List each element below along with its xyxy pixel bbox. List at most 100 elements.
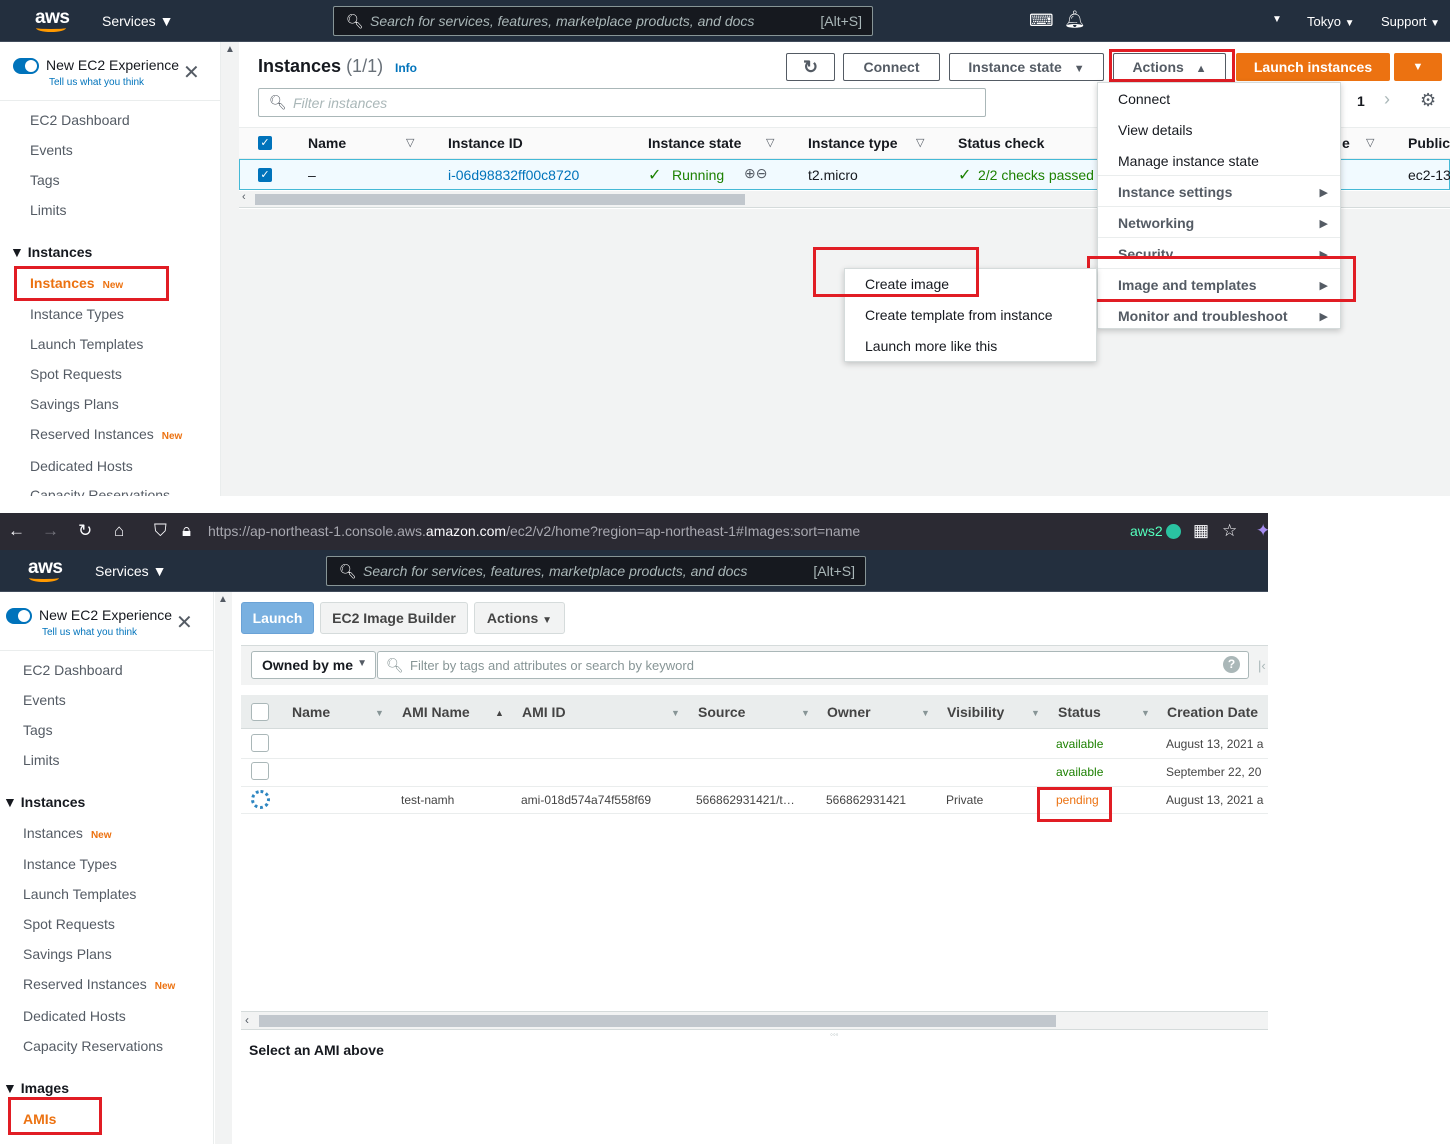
nav-launch-templates[interactable]: Launch Templates bbox=[30, 336, 143, 352]
star-icon[interactable]: ☆ bbox=[1222, 521, 1237, 541]
nav-capacity-reservations[interactable]: Capacity Reservations bbox=[23, 1038, 163, 1054]
menu-create-template[interactable]: Create template from instance bbox=[865, 307, 1053, 323]
select-all-checkbox[interactable] bbox=[251, 703, 269, 721]
nav-dedicated-hosts[interactable]: Dedicated Hosts bbox=[30, 458, 133, 474]
col-instance-id[interactable]: Instance ID bbox=[448, 135, 523, 151]
col-public[interactable]: Public bbox=[1408, 135, 1450, 151]
split-divider[interactable] bbox=[241, 1029, 1268, 1030]
nav-limits[interactable]: Limits bbox=[30, 202, 67, 218]
global-search-input[interactable]: 🔍︎ Search for services, features, market… bbox=[326, 556, 866, 586]
nav-events[interactable]: Events bbox=[23, 692, 66, 708]
row-checkbox[interactable]: ✓ bbox=[258, 168, 272, 182]
col-visibility[interactable]: Visibility bbox=[947, 704, 1004, 720]
resize-handle-icon[interactable]: ◦◦◦ bbox=[830, 1030, 839, 1039]
filter-icon[interactable]: ▽ bbox=[766, 136, 774, 149]
reload-icon[interactable]: ↻ bbox=[78, 521, 92, 541]
support-menu[interactable]: Support ▼ bbox=[1381, 14, 1440, 29]
connect-button[interactable]: Connect bbox=[843, 53, 940, 81]
menu-instance-settings[interactable]: Instance settings bbox=[1118, 184, 1232, 200]
help-icon[interactable]: ? bbox=[1223, 656, 1240, 673]
lock-icon[interactable]: 🔒︎ bbox=[182, 521, 191, 541]
nav-events[interactable]: Events bbox=[30, 142, 73, 158]
home-icon[interactable]: ⌂ bbox=[114, 521, 124, 541]
launch-dropdown-button[interactable]: ▼ bbox=[1394, 53, 1442, 81]
col-partial[interactable]: e bbox=[1342, 135, 1350, 151]
col-instance-state[interactable]: Instance state bbox=[648, 135, 741, 151]
close-icon[interactable]: ✕ bbox=[176, 610, 193, 635]
col-name[interactable]: Name bbox=[308, 135, 346, 151]
sort-icon[interactable]: ▼ bbox=[671, 708, 680, 718]
sort-icon[interactable]: ▼ bbox=[1031, 708, 1040, 718]
region-menu[interactable]: Tokyo ▼ bbox=[1307, 14, 1355, 29]
col-ami-name[interactable]: AMI Name bbox=[402, 704, 470, 720]
nav-reserved-instances[interactable]: Reserved Instances New bbox=[23, 976, 175, 992]
page-number[interactable]: 1 bbox=[1357, 93, 1365, 109]
col-instance-type[interactable]: Instance type bbox=[808, 135, 897, 151]
table-row[interactable]: available August 13, 2021 a bbox=[241, 730, 1268, 758]
extensions-icon[interactable]: ▦ bbox=[1193, 521, 1209, 541]
ami-filter-input[interactable]: 🔍︎ Filter by tags and attributes or sear… bbox=[377, 651, 1249, 679]
nav-instances[interactable]: Instances New bbox=[23, 825, 112, 841]
container-label[interactable]: aws2 bbox=[1130, 523, 1163, 539]
services-menu[interactable]: Services ▼ bbox=[102, 13, 173, 29]
sort-icon[interactable]: ▼ bbox=[1141, 708, 1150, 718]
close-icon[interactable]: ✕ bbox=[183, 60, 200, 85]
menu-manage-instance-state[interactable]: Manage instance state bbox=[1118, 153, 1259, 169]
zoom-icon[interactable]: ⊕⊖ bbox=[744, 165, 767, 182]
col-source[interactable]: Source bbox=[698, 704, 745, 720]
sort-icon[interactable]: ▼ bbox=[375, 708, 384, 718]
table-hscroll[interactable]: ‹ bbox=[241, 1011, 1268, 1029]
row-checkbox[interactable] bbox=[251, 762, 269, 780]
image-builder-button[interactable]: EC2 Image Builder bbox=[320, 602, 468, 634]
new-experience-toggle[interactable] bbox=[6, 608, 32, 624]
menu-monitor-and-troubleshoot[interactable]: Monitor and troubleshoot bbox=[1118, 308, 1288, 324]
table-row[interactable]: test-namh ami-018d574a74f558f69 56686293… bbox=[241, 786, 1268, 814]
global-search-input[interactable]: 🔍︎ Search for services, features, market… bbox=[333, 6, 873, 36]
filter-icon[interactable]: ▽ bbox=[1366, 136, 1374, 149]
sort-icon[interactable]: ▼ bbox=[921, 708, 930, 718]
nav-spot-requests[interactable]: Spot Requests bbox=[23, 916, 115, 932]
feedback-link[interactable]: Tell us what you think bbox=[49, 77, 144, 88]
services-menu[interactable]: Services ▼ bbox=[95, 563, 166, 579]
col-name[interactable]: Name bbox=[292, 704, 330, 720]
nav-instance-types[interactable]: Instance Types bbox=[23, 856, 117, 872]
nav-tags[interactable]: Tags bbox=[30, 172, 60, 188]
account-menu[interactable]: ▼ bbox=[1272, 14, 1282, 25]
cloudshell-icon[interactable]: ⌨ bbox=[1029, 11, 1054, 31]
feedback-link[interactable]: Tell us what you think bbox=[42, 627, 137, 638]
filter-instances-input[interactable]: 🔍︎ Filter instances bbox=[258, 88, 986, 117]
launch-button[interactable]: Launch bbox=[241, 602, 314, 634]
nav-instance-types[interactable]: Instance Types bbox=[30, 306, 124, 322]
filter-icon[interactable]: ▽ bbox=[406, 136, 414, 149]
actions-button[interactable]: Actions ▼ bbox=[474, 602, 565, 634]
nav-reserved-instances[interactable]: Reserved Instances New bbox=[30, 426, 182, 442]
col-status[interactable]: Status bbox=[1058, 704, 1101, 720]
nav-savings-plans[interactable]: Savings Plans bbox=[30, 396, 119, 412]
col-owner[interactable]: Owner bbox=[827, 704, 871, 720]
col-ami-id[interactable]: AMI ID bbox=[522, 704, 566, 720]
launch-instances-button[interactable]: Launch instances bbox=[1236, 53, 1390, 81]
back-icon[interactable]: ← bbox=[8, 521, 25, 541]
sidebar-scrollbar[interactable]: ▲ bbox=[215, 592, 232, 1144]
nav-dedicated-hosts[interactable]: Dedicated Hosts bbox=[23, 1008, 126, 1024]
shield-icon[interactable]: ⛉ bbox=[154, 521, 167, 541]
nav-limits[interactable]: Limits bbox=[23, 752, 60, 768]
col-status-check[interactable]: Status check bbox=[958, 135, 1044, 151]
menu-connect[interactable]: Connect bbox=[1118, 91, 1170, 107]
info-link[interactable]: Info bbox=[395, 61, 417, 75]
new-experience-toggle[interactable] bbox=[13, 58, 39, 74]
col-creation-date[interactable]: Creation Date bbox=[1167, 704, 1258, 720]
next-page-icon[interactable]: › bbox=[1384, 89, 1390, 110]
gear-icon[interactable]: ⚙ bbox=[1420, 90, 1436, 111]
sidebar-scrollbar[interactable]: ▲ bbox=[222, 42, 239, 496]
sort-icon[interactable]: ▼ bbox=[801, 708, 810, 718]
first-page-icon[interactable]: |‹ bbox=[1258, 658, 1266, 673]
nav-tags[interactable]: Tags bbox=[23, 722, 53, 738]
menu-launch-more-like-this[interactable]: Launch more like this bbox=[865, 338, 997, 354]
address-bar[interactable]: https://ap-northeast-1.console.aws.amazo… bbox=[208, 523, 860, 539]
nav-capacity-reservations[interactable]: Capacity Reservations bbox=[30, 487, 170, 496]
menu-networking[interactable]: Networking bbox=[1118, 215, 1194, 231]
nav-section-images[interactable]: ▼ Images bbox=[3, 1080, 69, 1096]
select-all-checkbox[interactable]: ✓ bbox=[258, 136, 272, 150]
nav-section-instances[interactable]: ▼ Instances bbox=[3, 794, 85, 810]
